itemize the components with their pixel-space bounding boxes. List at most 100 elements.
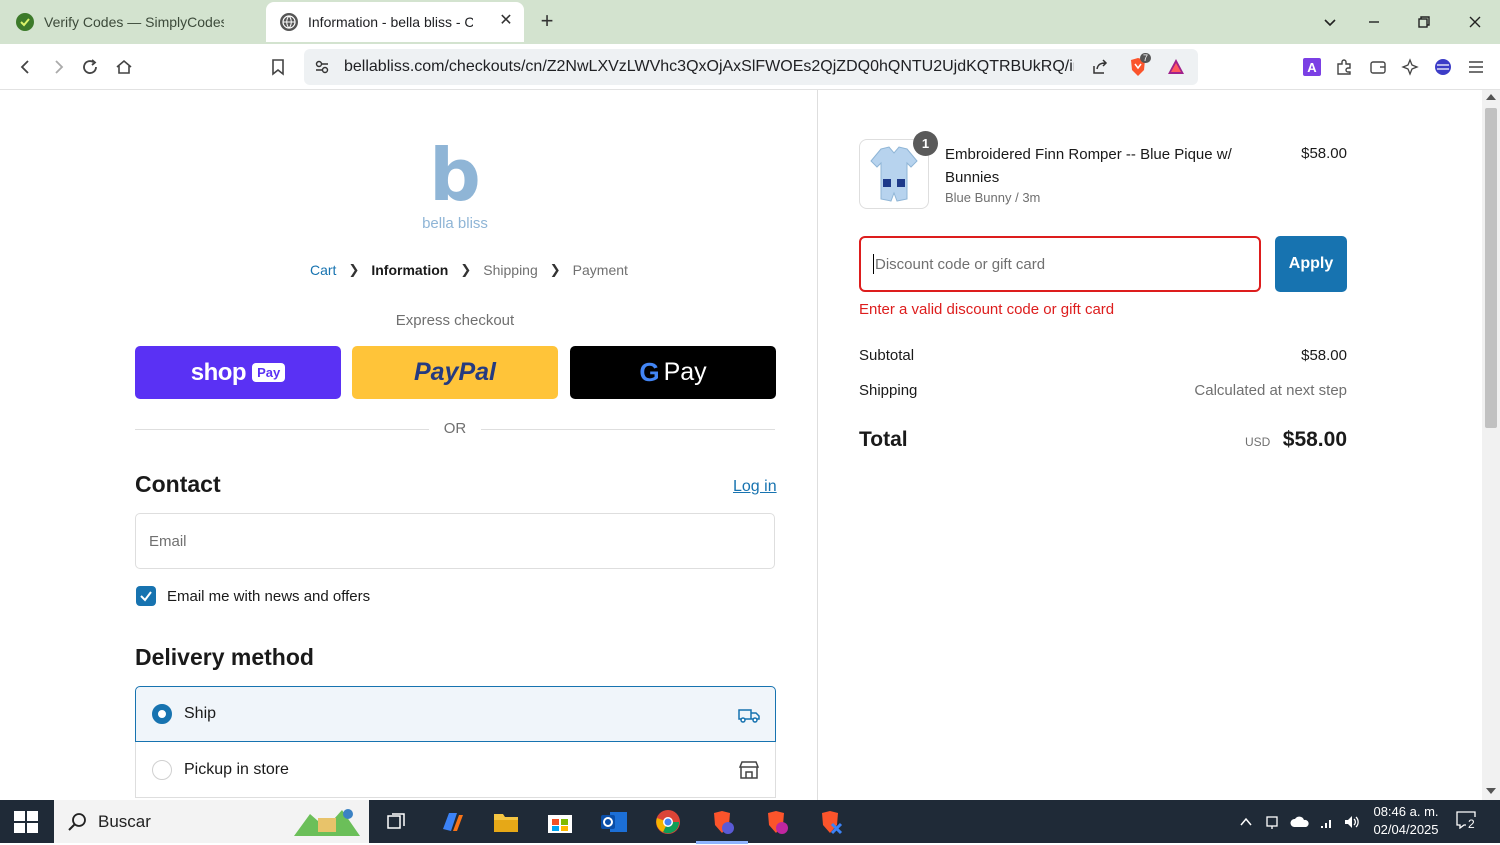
shield-count-badge: 7 [1140,53,1152,63]
back-icon[interactable] [14,55,38,79]
product-price: $58.00 [1301,145,1347,162]
aria-extension-icon[interactable]: A [1300,55,1324,79]
product-variant: Blue Bunny / 3m [945,190,1041,205]
truck-icon [737,703,761,727]
breadcrumb: Cart ❯ Information ❯ Shipping ❯ Payment [310,262,628,278]
tab-search-chevron-icon[interactable] [1318,10,1342,34]
or-divider: OR [135,420,775,440]
store-icon [737,758,761,782]
ship-radio[interactable] [152,704,172,724]
windows-start-icon[interactable] [14,811,38,833]
brave-rewards-icon[interactable] [1164,55,1188,79]
email-placeholder: Email [149,532,187,550]
checkout-main: b bella bliss Cart ❯ Information ❯ Shipp… [0,90,818,800]
shop-pay-badge: Pay [252,363,286,382]
ship-label: Ship [184,705,217,722]
store-logo[interactable]: b bella bliss [405,135,505,235]
chrome-icon[interactable] [652,806,684,838]
outlook-icon[interactable] [598,806,630,838]
tab-checkout[interactable]: Information - bella bliss - Checkout ✕ [266,2,524,42]
file-explorer-icon[interactable] [490,806,522,838]
task-view-icon[interactable] [380,806,412,838]
tab-simplycodes[interactable]: Verify Codes — SimplyCodes [0,0,262,44]
close-window-icon[interactable] [1463,10,1487,34]
close-icon[interactable]: ✕ [498,13,514,29]
forward-icon[interactable] [46,55,70,79]
breadcrumb-cart[interactable]: Cart [310,262,336,278]
site-settings-icon[interactable] [310,55,334,79]
wallet-icon[interactable] [1366,55,1390,79]
share-icon[interactable] [1088,55,1112,79]
vpn-icon[interactable] [1431,55,1455,79]
google-pay-label: Pay [663,358,707,386]
total-row: Total USD $58.00 [859,428,1347,452]
discount-error-message: Enter a valid discount code or gift card [859,301,1115,318]
brave-browser-icon[interactable] [760,806,792,838]
currency-code: USD [1244,435,1271,449]
checkout-page: b bella bliss Cart ❯ Information ❯ Shipp… [0,90,1500,800]
microsoft-store-icon[interactable] [544,806,576,838]
minimize-icon[interactable] [1362,10,1386,34]
notification-center-icon[interactable]: 2 [1456,811,1484,833]
clock-time: 08:46 a. m. [1373,804,1439,819]
pickup-radio[interactable] [152,759,172,780]
shop-pay-button[interactable]: shop Pay [135,346,341,399]
discount-placeholder: Discount code or gift card [875,255,1046,273]
volume-icon[interactable] [1342,812,1362,832]
taskbar-search-box[interactable]: Buscar [54,800,369,843]
product-name: Embroidered Finn Romper -- Blue Pique w/… [945,146,1232,186]
shop-pay-label: shop [190,358,247,386]
tab-strip: Verify Codes — SimplyCodes Information -… [0,0,1500,44]
divider-line [481,429,775,430]
shipping-label: Shipping [859,382,918,399]
subtotal-label: Subtotal [859,347,915,364]
google-g-icon: G [639,357,660,387]
reload-icon[interactable] [78,55,102,79]
brave-browser-icon[interactable] [696,806,748,844]
text-caret [873,254,874,274]
brave-shield-icon[interactable]: 7 [1126,53,1152,79]
bookmark-icon[interactable] [266,55,290,79]
scroll-down-icon[interactable] [1486,788,1496,794]
paypal-label: PayPal [413,358,496,386]
log-in-link[interactable]: Log in [733,478,777,496]
apply-button[interactable]: Apply [1275,236,1347,292]
extensions-icon[interactable] [1332,55,1356,79]
logo-text: bella bliss [422,215,488,232]
checkmark-icon [140,591,152,602]
delivery-option-ship[interactable]: Ship [135,686,776,742]
google-pay-button[interactable]: G Pay [570,346,776,399]
delivery-option-pickup[interactable]: Pickup in store [135,742,776,798]
newsletter-checkbox[interactable] [136,586,156,606]
onedrive-icon[interactable] [1290,812,1310,832]
meet-now-icon[interactable] [1263,812,1283,832]
email-field[interactable]: Email [135,513,775,569]
copilot-icon[interactable] [436,806,468,838]
discount-code-input[interactable]: Discount code or gift card [859,236,1261,292]
browser-toolbar: bellabliss.com/checkouts/cn/Z2NwLXVzLWVh… [0,44,1500,90]
leo-ai-icon[interactable] [1398,55,1422,79]
tab-title: Information - bella bliss - Checkout [308,14,473,30]
contact-heading: Contact [135,471,221,497]
chevron-right-icon: ❯ [549,262,561,277]
home-icon[interactable] [112,55,136,79]
page-scrollbar[interactable] [1482,90,1500,800]
scroll-thumb[interactable] [1485,108,1497,428]
pickup-label: Pickup in store [184,760,289,778]
restore-icon[interactable] [1412,10,1436,34]
show-hidden-icons-icon[interactable] [1236,812,1256,832]
total-value: $58.00 [1282,428,1347,451]
address-bar[interactable]: bellabliss.com/checkouts/cn/Z2NwLXVzLWVh… [304,49,1198,85]
new-tab-icon[interactable]: + [536,10,558,32]
paypal-button[interactable]: PayPal [352,346,558,399]
search-placeholder: Buscar [98,811,151,831]
chevron-right-icon: ❯ [460,262,472,277]
romper-image [870,146,918,202]
quantity-badge: 1 [913,131,938,156]
system-clock[interactable]: 08:46 a. m. 02/04/2025 [1366,803,1446,839]
clock-date: 02/04/2025 [1373,822,1439,837]
network-icon[interactable] [1317,812,1337,832]
menu-icon[interactable] [1464,55,1488,79]
scroll-up-icon[interactable] [1486,94,1496,100]
brave-browser-icon[interactable] [814,806,846,838]
